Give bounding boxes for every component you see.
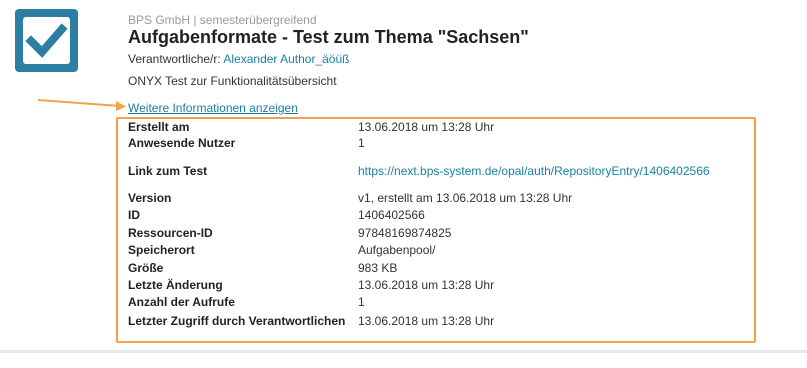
- bottom-divider: [0, 350, 807, 353]
- detail-value: 97848169874825: [358, 226, 452, 240]
- detail-value: 1: [358, 136, 365, 150]
- detail-value: 13.06.2018 um 13:28 Uhr: [358, 120, 495, 134]
- owner-label: Verantwortliche/r:: [128, 52, 221, 66]
- detail-label: Größe: [128, 261, 164, 275]
- detail-label: Speicherort: [128, 243, 195, 257]
- org-line: BPS GmbH | semesterübergreifend: [128, 13, 317, 27]
- detail-label: Letzter Zugriff durch Verantwortlichen: [128, 314, 346, 328]
- test-url-link[interactable]: https://next.bps-system.de/opal/auth/Rep…: [358, 164, 710, 178]
- test-description: ONYX Test zur Funktionalitätsübersicht: [128, 74, 337, 88]
- detail-value: v1, erstellt am 13.06.2018 um 13:28 Uhr: [358, 191, 573, 205]
- detail-value: 13.06.2018 um 13:28 Uhr: [358, 314, 495, 328]
- checkmark-icon: [25, 23, 68, 58]
- test-logo: [15, 9, 78, 72]
- detail-label: Ressourcen-ID: [128, 226, 213, 240]
- course-info-page: BPS GmbH | semesterübergreifend Aufgaben…: [0, 0, 807, 368]
- detail-label: Erstellt am: [128, 120, 190, 134]
- detail-value: 1: [358, 295, 365, 309]
- detail-value: 13.06.2018 um 13:28 Uhr: [358, 278, 495, 292]
- detail-value: 983 KB: [358, 261, 398, 275]
- checkbox-frame: [23, 17, 70, 64]
- detail-value: Aufgabenpool/: [358, 243, 436, 257]
- more-info-link[interactable]: Weitere Informationen anzeigen: [128, 101, 298, 115]
- annotation-arrow-icon: [37, 99, 126, 111]
- detail-label: Anzahl der Aufrufe: [128, 295, 235, 309]
- detail-label: Anwesende Nutzer: [128, 136, 236, 150]
- detail-label: Link zum Test: [128, 164, 208, 178]
- detail-label: Version: [128, 191, 172, 205]
- page-title: Aufgabenformate - Test zum Thema "Sachse…: [128, 27, 529, 47]
- detail-value: 1406402566: [358, 208, 425, 222]
- owner-line: Verantwortliche/r: Alexander Author_äöüß: [128, 52, 349, 66]
- detail-label: Letzte Änderung: [128, 278, 223, 292]
- detail-label: ID: [128, 208, 140, 222]
- owner-link[interactable]: Alexander Author_äöüß: [223, 52, 349, 66]
